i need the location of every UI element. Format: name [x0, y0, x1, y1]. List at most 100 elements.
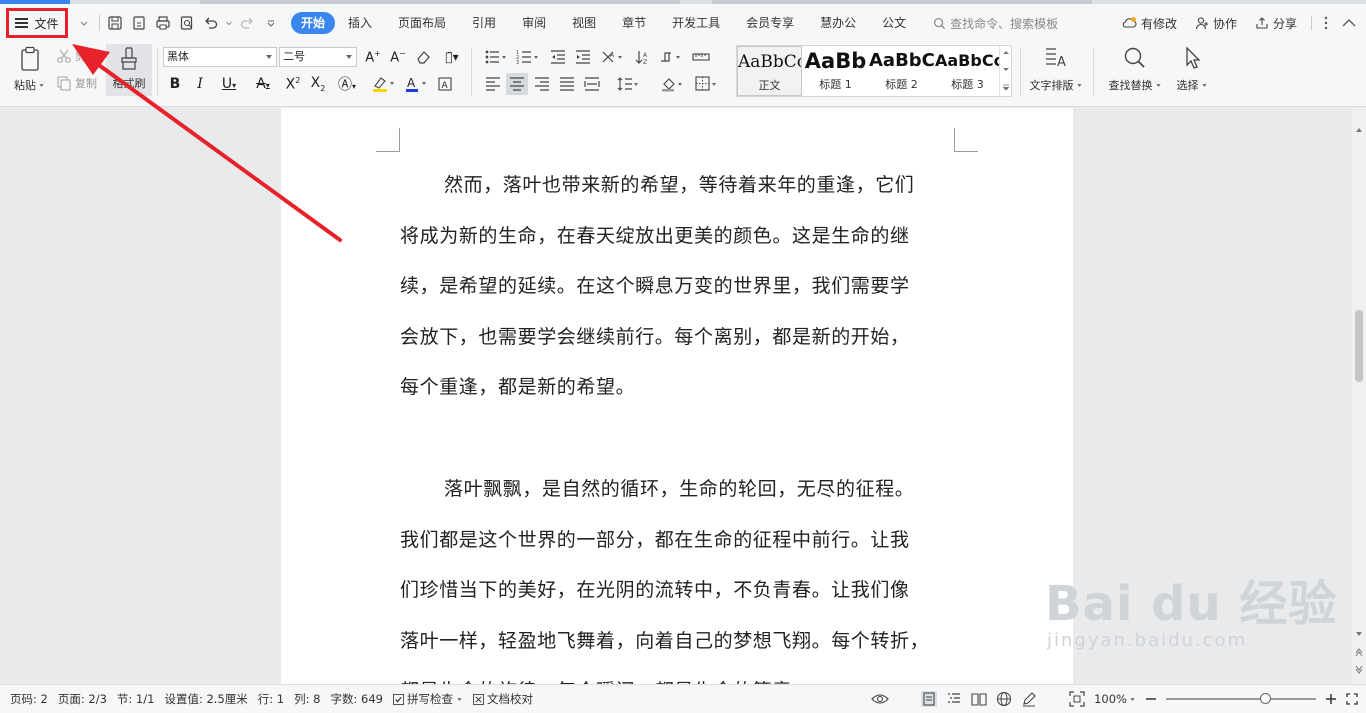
numbered-list-button[interactable]: 123 [514, 46, 542, 68]
print-icon[interactable] [151, 11, 175, 35]
tab-review[interactable]: 审阅 [509, 12, 559, 34]
fit-page-icon[interactable] [1069, 691, 1085, 707]
format-painter-button[interactable]: 格式刷 [106, 44, 152, 96]
tab-references[interactable]: 引用 [459, 12, 509, 34]
status-col[interactable]: 列: 8 [289, 691, 325, 707]
show-hide-marks-button[interactable] [656, 46, 686, 68]
style-heading-3[interactable]: AaBbCc 标题 3 [935, 46, 1000, 96]
print-preview-icon[interactable] [175, 11, 199, 35]
web-view-icon[interactable] [996, 691, 1012, 707]
increase-font-size-button[interactable]: A+ [362, 46, 384, 68]
has-changes-button[interactable]: 有修改 [1113, 15, 1185, 32]
command-search[interactable]: 查找命令、搜索模板 [933, 15, 1058, 32]
text-layout-button[interactable]: A 文字排版 [1028, 46, 1084, 93]
page-view-icon[interactable] [921, 691, 938, 707]
strikethrough-button[interactable]: A▾ [248, 73, 278, 95]
bold-button[interactable]: B [164, 73, 186, 95]
chinese-layout-button[interactable]: A [598, 46, 628, 68]
paste-button[interactable]: 粘贴 [14, 46, 46, 93]
tab-developer[interactable]: 开发工具 [659, 12, 733, 34]
zoom-out-icon[interactable] [1145, 693, 1157, 705]
document-page[interactable]: 然而，落叶也带来新的希望，等待着来年的重逢，它们 将成为新的生命，在春天绽放出更… [281, 108, 1073, 684]
collapse-ribbon-icon[interactable] [1336, 19, 1366, 27]
status-page-no[interactable]: 页码: 2 [0, 691, 53, 707]
styles-scroll[interactable] [999, 46, 1011, 96]
tab-view[interactable]: 视图 [559, 12, 609, 34]
zoom-in-icon[interactable] [1325, 693, 1337, 705]
font-name-select[interactable]: 黑体 [163, 47, 277, 67]
next-page-icon[interactable] [1352, 664, 1366, 676]
prev-page-icon[interactable] [1352, 646, 1366, 658]
file-menu-button[interactable]: 文件 [6, 8, 68, 38]
decrease-font-size-button[interactable]: A− [387, 46, 409, 68]
align-right-button[interactable] [531, 73, 553, 95]
increase-indent-button[interactable] [572, 46, 594, 68]
status-section[interactable]: 节: 1/1 [112, 691, 160, 707]
font-size-select[interactable]: 二号 [279, 47, 357, 67]
tab-member[interactable]: 会员专享 [733, 12, 807, 34]
redo-icon[interactable] [235, 11, 259, 35]
undo-icon[interactable] [199, 11, 223, 35]
underline-button[interactable]: U▾ [214, 73, 244, 95]
text-effect-button[interactable]: Ⓐ▾ [332, 73, 362, 95]
spell-check-button[interactable]: 拼写检查 [388, 691, 468, 707]
superscript-button[interactable]: X2 [282, 73, 304, 95]
reading-view-icon[interactable] [971, 691, 987, 707]
decrease-indent-button[interactable] [547, 46, 569, 68]
style-normal[interactable]: AaBbCcDd 正文 [737, 46, 802, 96]
find-replace-button[interactable]: 查找替换 [1104, 46, 1166, 93]
vertical-scrollbar[interactable] [1352, 108, 1366, 684]
expand-icon[interactable] [1346, 693, 1358, 705]
status-word-count[interactable]: 字数: 649 [326, 691, 388, 707]
justify-button[interactable] [556, 73, 578, 95]
style-heading-2[interactable]: AaBbC 标题 2 [869, 46, 934, 96]
subscript-button[interactable]: X2 [307, 73, 329, 95]
outline-view-icon[interactable] [946, 691, 962, 707]
tab-page-layout[interactable]: 页面布局 [385, 12, 459, 34]
chevron-down-icon[interactable] [72, 11, 96, 35]
style-heading-1[interactable]: AaBb 标题 1 [803, 46, 868, 96]
status-row[interactable]: 行: 1 [253, 691, 289, 707]
distributed-align-button[interactable] [581, 73, 603, 95]
paragraph-1[interactable]: 然而，落叶也带来新的希望，等待着来年的重逢，它们 将成为新的生命，在春天绽放出更… [400, 160, 956, 413]
paragraph-2[interactable]: 落叶飘飘，是自然的循环，生命的轮回，无尽的征程。 我们都是这个世界的一部分，都在… [400, 464, 956, 684]
more-options-icon[interactable] [1318, 16, 1334, 30]
bullet-list-button[interactable] [482, 46, 510, 68]
zoom-slider[interactable] [1166, 693, 1316, 704]
customize-toolbar-icon[interactable] [259, 11, 283, 35]
align-left-button[interactable] [482, 73, 504, 95]
zoom-slider-knob[interactable] [1260, 693, 1271, 704]
char-border-button[interactable]: A [434, 73, 456, 95]
doc-check-button[interactable]: 文档校对 [468, 691, 538, 707]
zoom-level[interactable]: 100% [1094, 692, 1136, 706]
paragraph-sort-button[interactable]: AZ [632, 46, 654, 68]
line-spacing-button[interactable] [614, 73, 644, 95]
scrollbar-thumb[interactable] [1355, 310, 1363, 382]
tab-insert[interactable]: 插入 [335, 12, 385, 34]
collaborate-button[interactable]: 协作 [1187, 15, 1245, 32]
phonetic-guide-button[interactable]: 文̈▾ [437, 46, 467, 68]
tab-home[interactable]: 开始 [291, 12, 336, 34]
borders-button[interactable] [692, 73, 722, 95]
tab-section[interactable]: 章节 [609, 12, 659, 34]
table-lines-button[interactable] [690, 46, 712, 68]
align-center-button[interactable] [506, 73, 528, 95]
italic-button[interactable]: I [189, 73, 211, 95]
export-pdf-icon[interactable] [127, 11, 151, 35]
tab-smart-office[interactable]: 慧办公 [807, 12, 869, 34]
eye-protection-icon[interactable] [871, 692, 889, 706]
tab-official-docs[interactable]: 公文 [869, 12, 919, 34]
copy-button[interactable]: 复制 [56, 75, 97, 91]
clear-format-button[interactable] [412, 46, 434, 68]
status-pages[interactable]: 页面: 2/3 [53, 691, 112, 707]
font-color-button[interactable]: A [402, 73, 432, 95]
shading-button[interactable] [658, 73, 688, 95]
select-button[interactable]: 选择 [1172, 46, 1212, 93]
cut-button[interactable]: 剪切 [56, 48, 97, 64]
status-setting[interactable]: 设置值: 2.5厘米 [159, 691, 252, 707]
pen-icon[interactable] [1021, 691, 1037, 707]
chevron-down-icon[interactable] [223, 11, 235, 35]
highlight-button[interactable] [366, 73, 400, 95]
save-icon[interactable] [103, 11, 127, 35]
share-button[interactable]: 分享 [1247, 15, 1305, 32]
